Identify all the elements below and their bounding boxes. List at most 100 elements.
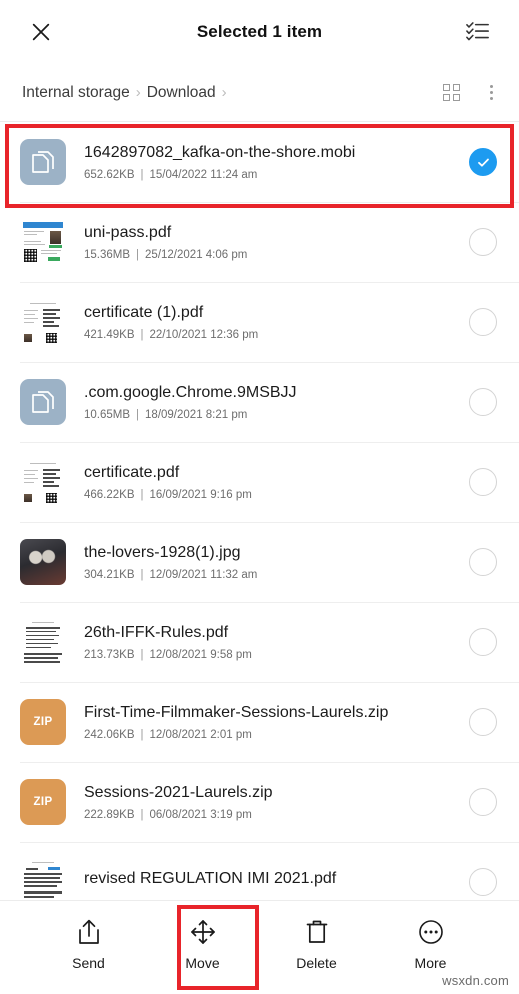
table-row[interactable]: ZIP Sessions-2021-Laurels.zip 222.89KB | 0… [0,762,519,842]
file-size: 15.36MB [84,248,131,261]
pdf-preview-icon [20,459,66,505]
send-label: Send [72,955,105,971]
checkbox-unselected[interactable] [469,468,497,496]
checkbox-unselected[interactable] [469,628,497,656]
move-button[interactable]: Move [165,918,241,971]
file-size: 222.89KB [84,808,135,821]
checkbox-unselected[interactable] [469,708,497,736]
meta-separator: | [140,648,144,661]
file-name: 1642897082_kafka-on-the-shore.mobi [84,143,356,161]
file-details: 652.62KB | 15/04/2022 11:24 am [84,169,469,181]
checkbox-unselected[interactable] [469,388,497,416]
file-name: First-Time-Filmmaker-Sessions-Laurels.zi… [84,703,389,721]
breadcrumb-item-download[interactable]: Download [147,84,216,102]
file-name: revised REGULATION IMI 2021.pdf [84,869,337,887]
meta-separator: | [140,168,144,181]
page-title: Selected 1 item [196,22,323,41]
more-ellipsis-icon [418,920,443,944]
grid-view-icon[interactable] [443,84,460,101]
file-details: 10.65MB | 18/09/2021 8:21 pm [84,409,469,421]
pdf-preview-icon [20,299,66,345]
file-thumbnail-pdf [20,219,66,265]
table-row[interactable]: 1642897082_kafka-on-the-shore.mobi 652.6… [0,122,519,202]
document-stack-icon [32,391,54,413]
pdf-preview-icon [20,859,66,905]
file-thumbnail-pdf [20,859,66,905]
file-name: uni-pass.pdf [84,223,172,241]
breadcrumb-bar: Internal storage › Download › [0,64,519,122]
checkmark-icon [477,158,489,167]
delete-label: Delete [296,955,337,971]
table-row[interactable]: ZIP First-Time-Filmmaker-Sessions-Laurel… [0,682,519,762]
file-meta: revised REGULATION IMI 2021.pdf [66,870,469,895]
file-icon-zip: ZIP [20,699,66,745]
table-row[interactable]: certificate (1).pdf 421.49KB | 22/10/2021 … [0,282,519,362]
zip-label: ZIP [33,716,53,728]
file-meta: .com.google.Chrome.9MSBJJ 10.65MB | 18/09/… [66,384,469,421]
meta-separator: | [136,248,140,261]
file-date: 12/09/2021 11:32 am [149,568,258,581]
meta-separator: | [136,408,140,421]
file-size: 242.06KB [84,728,135,741]
file-meta: certificate.pdf 466.22KB | 16/09/2021 9:16… [66,464,469,501]
file-thumbnail-pdf [20,299,66,345]
file-name: certificate (1).pdf [84,303,204,321]
file-size: 213.73KB [84,648,135,661]
breadcrumb: Internal storage › Download › [22,84,443,102]
file-details: 466.22KB | 16/09/2021 9:16 pm [84,489,469,501]
zip-label: ZIP [33,796,53,808]
table-row[interactable]: 26th-IFFK-Rules.pdf 213.73KB | 12/08/2021 … [0,602,519,682]
document-stack-icon [32,151,54,173]
file-name: 26th-IFFK-Rules.pdf [84,623,229,641]
file-details: 222.89KB | 06/08/2021 3:19 pm [84,809,469,821]
table-row[interactable]: .com.google.Chrome.9MSBJJ 10.65MB | 18/09/… [0,362,519,442]
kebab-menu-icon[interactable] [486,81,497,104]
move-arrows-icon [190,920,215,944]
file-date: 06/08/2021 3:19 pm [149,808,252,821]
checkbox-unselected[interactable] [469,308,497,336]
file-size: 421.49KB [84,328,135,341]
file-thumbnail-image [20,539,66,585]
share-upload-icon [78,919,99,944]
image-preview [20,539,66,585]
meta-separator: | [140,728,144,741]
file-icon-generic [20,139,66,185]
close-x-icon [32,23,50,41]
file-name: the-lovers-1928(1).jpg [84,543,241,561]
file-meta: uni-pass.pdf 15.36MB | 25/12/2021 4:06 pm [66,224,469,261]
table-row[interactable]: the-lovers-1928(1).jpg 304.21KB | 12/09/20… [0,522,519,602]
file-thumbnail-pdf [20,619,66,665]
select-all-checklist-icon [466,22,489,41]
file-date: 12/08/2021 2:01 pm [149,728,252,741]
file-meta: the-lovers-1928(1).jpg 304.21KB | 12/09/20… [66,544,469,581]
file-date: 22/10/2021 12:36 pm [149,328,259,341]
file-details: 304.21KB | 12/09/2021 11:32 am [84,569,469,581]
file-name: .com.google.Chrome.9MSBJJ [84,383,297,401]
checkbox-unselected[interactable] [469,868,497,896]
app-bar: Selected 1 item [0,0,519,64]
delete-button[interactable]: Delete [279,918,355,971]
close-button[interactable] [24,15,58,49]
trash-icon [306,920,327,943]
file-icon-zip: ZIP [20,779,66,825]
meta-separator: | [140,488,144,501]
breadcrumb-separator-icon: › [135,84,141,101]
file-details: 213.73KB | 12/08/2021 9:58 pm [84,649,469,661]
pdf-preview-icon [20,219,66,265]
checkbox-selected[interactable] [469,148,497,176]
select-all-button[interactable] [461,15,495,49]
file-details: 15.36MB | 25/12/2021 4:06 pm [84,249,469,261]
file-icon-generic [20,379,66,425]
file-details: 242.06KB | 12/08/2021 2:01 pm [84,729,469,741]
send-button[interactable]: Send [51,918,127,971]
file-date: 16/09/2021 9:16 pm [149,488,252,501]
more-button[interactable]: More [393,918,469,971]
file-name: Sessions-2021-Laurels.zip [84,783,273,801]
breadcrumb-item-internal-storage[interactable]: Internal storage [22,84,130,102]
checkbox-unselected[interactable] [469,228,497,256]
table-row[interactable]: certificate.pdf 466.22KB | 16/09/2021 9:16… [0,442,519,522]
checkbox-unselected[interactable] [469,548,497,576]
file-meta: Sessions-2021-Laurels.zip 222.89KB | 06/08… [66,784,469,821]
table-row[interactable]: uni-pass.pdf 15.36MB | 25/12/2021 4:06 pm [0,202,519,282]
checkbox-unselected[interactable] [469,788,497,816]
